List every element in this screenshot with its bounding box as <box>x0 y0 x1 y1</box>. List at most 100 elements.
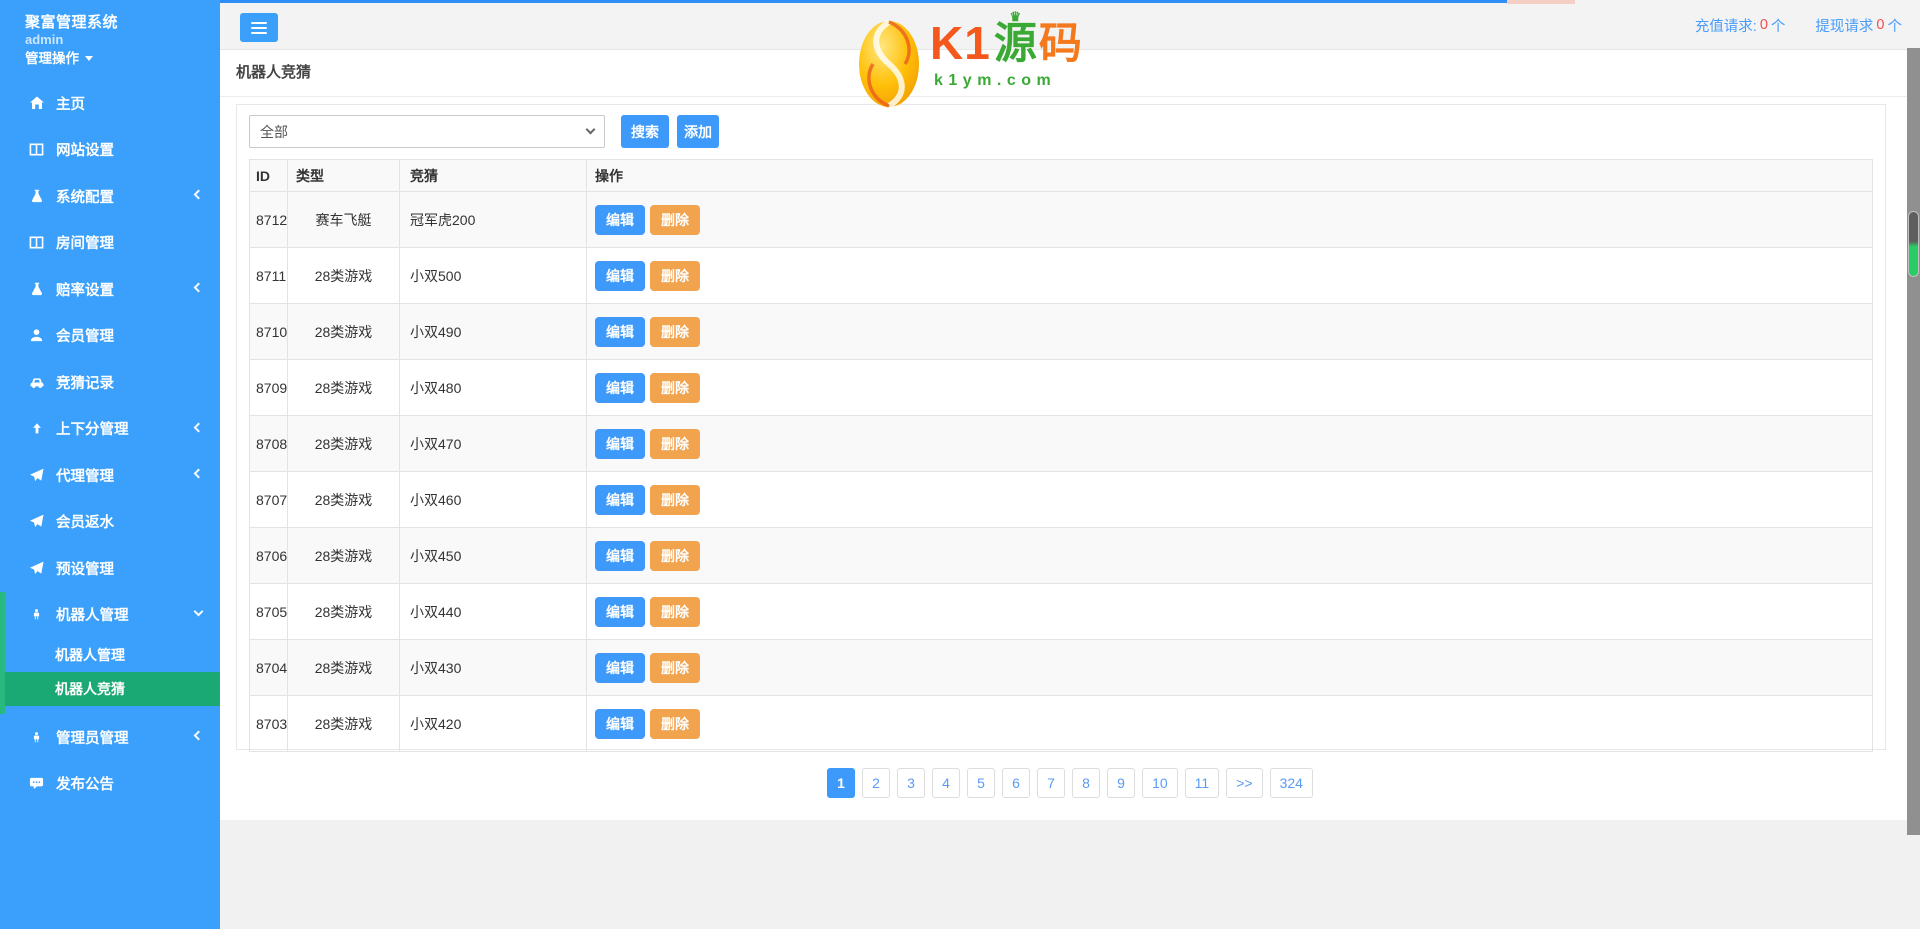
sidebar-item-member-rebate[interactable]: 会员返水 <box>0 499 220 546</box>
cell-guess: 小双480 <box>399 359 587 416</box>
page-button-4[interactable]: 4 <box>932 768 961 798</box>
sidebar-username: admin <box>25 32 64 47</box>
page-button-1[interactable]: 1 <box>827 768 856 798</box>
edit-button[interactable]: 编辑 <box>595 652 645 683</box>
sidebar-item-home[interactable]: 主页 <box>0 80 220 127</box>
page-button-324[interactable]: 324 <box>1269 768 1313 798</box>
search-button[interactable]: 搜索 <box>621 115 669 148</box>
delete-button[interactable]: 删除 <box>650 540 700 571</box>
flask-icon <box>28 282 45 296</box>
logo-yuan-text: ♛ 源 <box>993 9 1037 68</box>
cell-type: 28类游戏 <box>287 247 400 304</box>
page-button-3[interactable]: 3 <box>897 768 926 798</box>
delete-button[interactable]: 删除 <box>650 316 700 347</box>
page-button-7[interactable]: 7 <box>1037 768 1066 798</box>
page-button-11[interactable]: 11 <box>1184 768 1220 798</box>
admin-screen: 聚富管理系统 admin 管理操作 主页 网站设置 系统配置 房间管理 赔率设置 会员管理… <box>0 0 1920 929</box>
sidebar-item-updown-score-management[interactable]: 上下分管理 <box>0 406 220 453</box>
cell-actions: 编辑 删除 <box>586 247 1873 304</box>
cell-guess: 小双430 <box>399 639 587 696</box>
arrow-up-icon <box>28 422 45 436</box>
type-filter-select[interactable]: 全部 <box>249 115 605 148</box>
cell-id: 8709 <box>249 359 288 416</box>
chevron-left-icon <box>193 468 204 479</box>
plane-icon <box>28 468 45 483</box>
page-button-6[interactable]: 6 <box>1002 768 1031 798</box>
withdraw-request-link[interactable]: 提现请求 0 个 <box>1815 15 1902 36</box>
crown-icon: ♛ <box>1009 9 1022 24</box>
scrollbar-track[interactable] <box>1907 48 1920 835</box>
cell-guess: 小双450 <box>399 527 587 584</box>
cell-id: 8704 <box>249 639 288 696</box>
cell-type: 28类游戏 <box>287 695 400 752</box>
col-header-id: ID <box>249 159 288 192</box>
edit-button[interactable]: 编辑 <box>595 428 645 459</box>
cell-type: 28类游戏 <box>287 303 400 360</box>
cell-type: 28类游戏 <box>287 359 400 416</box>
sidebar-item-site-settings[interactable]: 网站设置 <box>0 127 220 174</box>
sidebar-item-agent-management[interactable]: 代理管理 <box>0 452 220 499</box>
hamburger-button[interactable] <box>240 13 278 42</box>
cell-type: 28类游戏 <box>287 471 400 528</box>
delete-button[interactable]: 删除 <box>650 204 700 235</box>
logo-ma-text: 码 <box>1038 20 1082 68</box>
sidebar-subitem-robot-management-sub[interactable]: 机器人管理 <box>0 638 220 672</box>
page-button-8[interactable]: 8 <box>1072 768 1101 798</box>
window-icon <box>28 235 45 250</box>
delete-button[interactable]: 删除 <box>650 260 700 291</box>
cell-guess: 小双440 <box>399 583 587 640</box>
delete-button[interactable]: 删除 <box>650 708 700 739</box>
page-button-10[interactable]: 10 <box>1142 768 1178 798</box>
sidebar-item-preset-management[interactable]: 预设管理 <box>0 545 220 592</box>
delete-button[interactable]: 删除 <box>650 652 700 683</box>
page-button-5[interactable]: 5 <box>967 768 996 798</box>
page-button-2[interactable]: 2 <box>862 768 891 798</box>
edit-button[interactable]: 编辑 <box>595 540 645 571</box>
cell-id: 8711 <box>249 247 288 304</box>
sidebar-item-member-management[interactable]: 会员管理 <box>0 313 220 360</box>
edit-button[interactable]: 编辑 <box>595 260 645 291</box>
delete-button[interactable]: 删除 <box>650 596 700 627</box>
sidebar-item-robot-management[interactable]: 机器人管理 <box>0 592 220 639</box>
edit-button[interactable]: 编辑 <box>595 596 645 627</box>
page-button-9[interactable]: 9 <box>1107 768 1136 798</box>
sidebar-item-system-config[interactable]: 系统配置 <box>0 173 220 220</box>
edit-button[interactable]: 编辑 <box>595 484 645 515</box>
cell-guess: 小双470 <box>399 415 587 472</box>
person-icon <box>28 730 45 745</box>
sidebar-item-admin-management[interactable]: 管理员管理 <box>0 714 220 761</box>
sidebar-item-room-management[interactable]: 房间管理 <box>0 220 220 267</box>
delete-button[interactable]: 删除 <box>650 484 700 515</box>
sidebar-item-odds-settings[interactable]: 赔率设置 <box>0 266 220 313</box>
recharge-request-link[interactable]: 充值请求: 0 个 <box>1695 15 1786 36</box>
table-row: 8703 28类游戏 小双420 编辑 删除 <box>249 695 1873 752</box>
page-button->>[interactable]: >> <box>1226 768 1263 798</box>
sidebar-user-menu-toggle[interactable]: 管理操作 <box>25 47 93 67</box>
sidebar-item-bet-records[interactable]: 竞猜记录 <box>0 359 220 406</box>
hamburger-icon <box>251 21 267 24</box>
cell-type: 28类游戏 <box>287 415 400 472</box>
table-row: 8709 28类游戏 小双480 编辑 删除 <box>249 359 1873 416</box>
pagination: 1 2 3 4 5 6 7 8 9 10 11 >> 324 <box>220 768 1920 798</box>
sidebar-item-announcement[interactable]: 发布公告 <box>0 761 220 808</box>
sidebar-subitem-robot-bet[interactable]: 机器人竞猜 <box>0 672 220 706</box>
logo-domain-text: k1ym.com <box>934 72 1057 89</box>
delete-button[interactable]: 删除 <box>650 428 700 459</box>
delete-button[interactable]: 删除 <box>650 372 700 403</box>
cell-type: 28类游戏 <box>287 527 400 584</box>
edit-button[interactable]: 编辑 <box>595 204 645 235</box>
table-row: 8705 28类游戏 小双440 编辑 删除 <box>249 583 1873 640</box>
scrollbar-thumb[interactable] <box>1908 211 1919 277</box>
add-button[interactable]: 添加 <box>677 115 719 148</box>
edit-button[interactable]: 编辑 <box>595 372 645 403</box>
loading-progress-bar <box>220 0 1507 3</box>
table-row: 8710 28类游戏 小双490 编辑 删除 <box>249 303 1873 360</box>
edit-button[interactable]: 编辑 <box>595 316 645 347</box>
chevron-down-icon <box>193 606 204 617</box>
cell-id: 8706 <box>249 527 288 584</box>
cell-id: 8705 <box>249 583 288 640</box>
cell-id: 8707 <box>249 471 288 528</box>
sidebar: 聚富管理系统 admin 管理操作 主页 网站设置 系统配置 房间管理 赔率设置 会员管理… <box>0 0 220 929</box>
edit-button[interactable]: 编辑 <box>595 708 645 739</box>
topbar-requests: 充值请求: 0 个 提现请求 0 个 <box>1695 0 1902 50</box>
